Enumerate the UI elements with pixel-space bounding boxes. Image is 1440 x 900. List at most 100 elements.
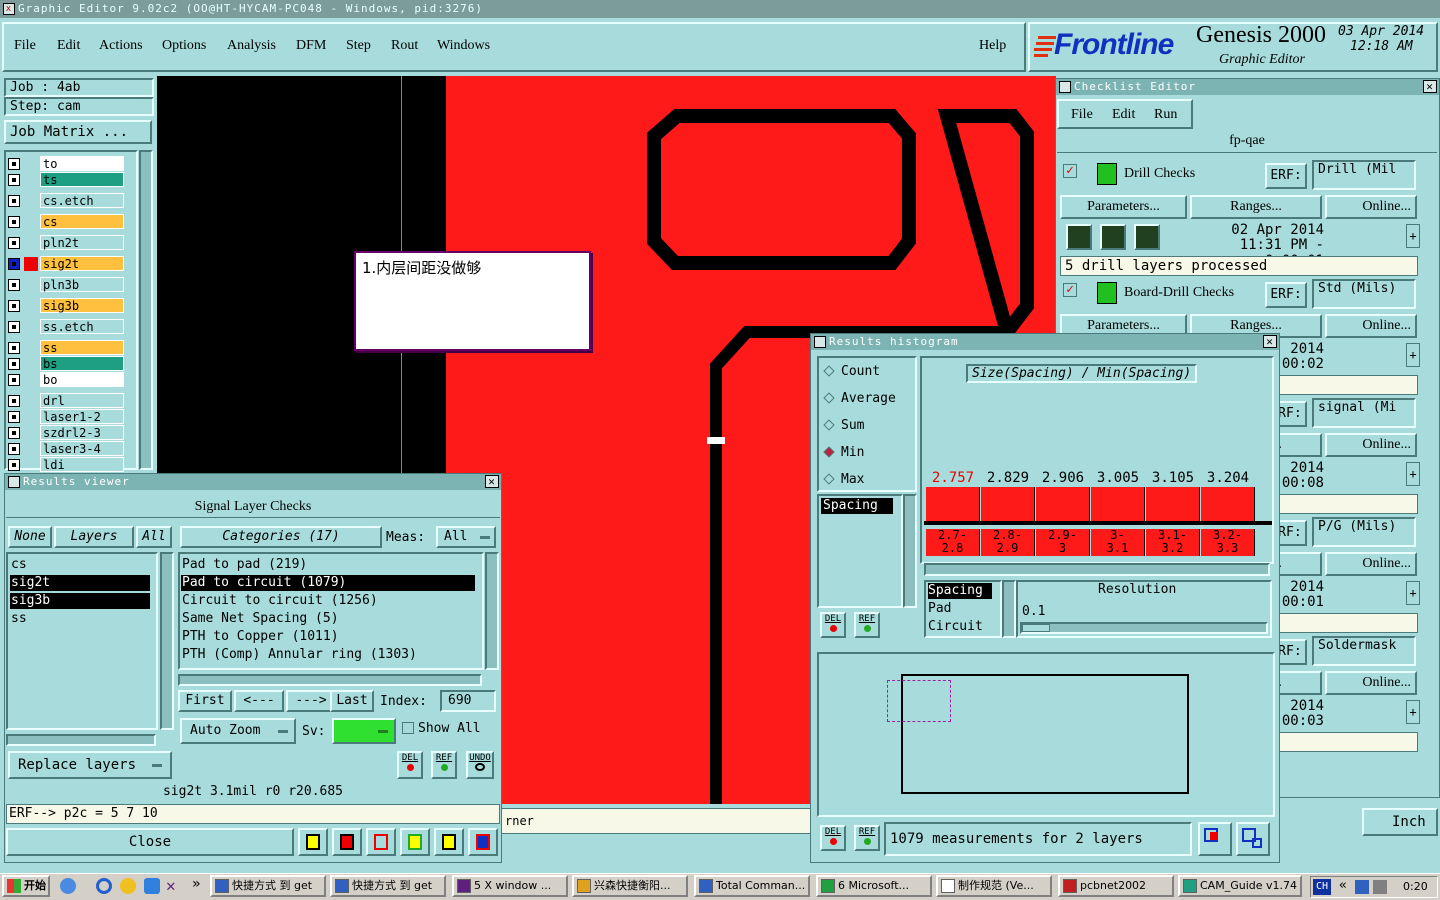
- undo-button[interactable]: UNDO: [466, 751, 494, 779]
- layer-checkbox[interactable]: [8, 443, 20, 455]
- del-button[interactable]: DEL: [397, 751, 423, 779]
- check-expand-icon[interactable]: +: [1406, 700, 1420, 724]
- close-button[interactable]: Close: [6, 828, 294, 856]
- category-item[interactable]: PTH to Copper (1011): [181, 629, 475, 645]
- layer-name[interactable]: cs.etch: [40, 193, 124, 208]
- layer-name[interactable]: laser3-4: [40, 441, 124, 456]
- layer-row[interactable]: szdrl2-3: [6, 425, 124, 441]
- x-icon[interactable]: ✕: [166, 876, 176, 895]
- layer-row[interactable]: bo: [6, 372, 124, 388]
- layer-row[interactable]: ldi: [6, 457, 124, 473]
- layer-checkbox[interactable]: [8, 358, 20, 370]
- hist-ref-button[interactable]: REF: [854, 612, 880, 638]
- layer-checkbox[interactable]: [8, 427, 20, 439]
- layer-name[interactable]: szdrl2-3: [40, 425, 124, 440]
- close-icon[interactable]: ✕: [1263, 335, 1277, 348]
- check-expand-icon[interactable]: +: [1406, 462, 1420, 486]
- online-button[interactable]: Online...: [1325, 433, 1417, 457]
- menu-analysis[interactable]: Analysis: [227, 38, 276, 54]
- layer-row[interactable]: drl: [6, 393, 124, 409]
- layer-checkbox[interactable]: [8, 195, 20, 207]
- clock-app-icon[interactable]: [120, 878, 136, 894]
- job-matrix-button[interactable]: Job Matrix ...: [4, 120, 152, 144]
- option-label-sum[interactable]: Sum: [841, 418, 864, 433]
- index-input[interactable]: 690: [440, 690, 496, 712]
- browser-icon[interactable]: [60, 878, 76, 894]
- histogram-bar[interactable]: [1091, 487, 1145, 521]
- layer-list-item[interactable]: sig2t: [10, 575, 150, 591]
- category-item[interactable]: Circuit to circuit (1256): [181, 593, 475, 609]
- auto-zoom-select[interactable]: Auto Zoom: [180, 718, 296, 744]
- layer-name[interactable]: drl: [40, 393, 124, 408]
- menu-file[interactable]: File: [14, 38, 36, 54]
- taskbar-item[interactable]: 6 Microsoft...: [816, 875, 932, 897]
- none-button[interactable]: None: [8, 526, 52, 548]
- sv-color-select[interactable]: [332, 718, 396, 744]
- language-indicator[interactable]: CH: [1313, 879, 1331, 895]
- results-tool-button[interactable]: [332, 828, 362, 856]
- preview-del-button[interactable]: DEL: [820, 825, 846, 851]
- checklist-menu-run[interactable]: Run: [1154, 107, 1177, 123]
- layer-row[interactable]: laser1-2: [6, 409, 124, 425]
- annotation-box[interactable]: 1.内层间距没做够: [354, 251, 591, 351]
- close-icon[interactable]: ✕: [485, 475, 499, 488]
- layer-checkbox[interactable]: [8, 374, 20, 386]
- check-item-name[interactable]: Board-Drill Checks: [1124, 285, 1234, 301]
- histogram-field-spacing[interactable]: Spacing: [821, 498, 893, 514]
- layers-button[interactable]: Layers: [54, 526, 134, 548]
- erf-value-field[interactable]: Std (Mils): [1312, 279, 1416, 309]
- next-button[interactable]: --->: [286, 690, 336, 712]
- layer-name[interactable]: bs: [40, 356, 124, 371]
- run-tool-icon[interactable]: [1100, 224, 1126, 250]
- layer-row[interactable]: sig2t: [6, 256, 124, 272]
- histogram-tool-2[interactable]: [1236, 822, 1270, 856]
- layer-checkbox[interactable]: [8, 342, 20, 354]
- check-item-name[interactable]: Drill Checks: [1124, 166, 1195, 182]
- results-tool-button[interactable]: [400, 828, 430, 856]
- checklist-menu-edit[interactable]: Edit: [1112, 107, 1135, 123]
- check-item-enabled-checkbox[interactable]: ✓: [1063, 164, 1077, 178]
- layer-checkbox[interactable]: [8, 321, 20, 333]
- run-tool-icon[interactable]: [1134, 224, 1160, 250]
- histogram-tool-1[interactable]: [1198, 822, 1232, 856]
- parameters-button[interactable]: Parameters...: [1060, 195, 1187, 219]
- layer-row[interactable]: cs: [6, 214, 124, 230]
- show-all-checkbox[interactable]: [402, 722, 414, 734]
- layer-name[interactable]: pln3b: [40, 277, 124, 292]
- histogram-bar[interactable]: [1201, 487, 1255, 521]
- layer-name[interactable]: ss.etch: [40, 319, 124, 334]
- histogram-hscroll[interactable]: [924, 563, 1270, 576]
- online-button[interactable]: Online...: [1325, 314, 1417, 338]
- category-item[interactable]: Pad to pad (219): [181, 557, 475, 573]
- layer-list-scrollbar[interactable]: [139, 150, 153, 470]
- histogram-bar[interactable]: [1146, 487, 1200, 521]
- layer-row[interactable]: pln2t: [6, 235, 124, 251]
- online-button[interactable]: Online...: [1325, 195, 1417, 219]
- ie-icon[interactable]: [96, 878, 112, 894]
- taskbar-item[interactable]: 制作规范 (Ve...: [936, 875, 1052, 897]
- menu-rout[interactable]: Rout: [391, 38, 418, 54]
- layer-checkbox[interactable]: [8, 459, 20, 471]
- online-button[interactable]: Online...: [1325, 671, 1417, 695]
- check-item-enabled-checkbox[interactable]: ✓: [1063, 283, 1077, 297]
- check-expand-icon[interactable]: +: [1406, 224, 1420, 248]
- tray-clock[interactable]: 0:20: [1403, 880, 1428, 893]
- layer-list-item[interactable]: sig3b: [10, 593, 150, 609]
- resolution-field-item[interactable]: Pad: [928, 601, 992, 617]
- all-layers-button[interactable]: All: [136, 526, 172, 548]
- resolution-field-item[interactable]: Circuit: [928, 619, 992, 635]
- layer-name[interactable]: pln2t: [40, 235, 124, 250]
- layer-row[interactable]: to: [6, 156, 124, 172]
- menu-windows[interactable]: Windows: [437, 38, 490, 54]
- histogram-preview[interactable]: [817, 652, 1275, 817]
- layer-checkbox[interactable]: [8, 158, 20, 170]
- taskbar-item[interactable]: 兴森快捷衡阳...: [572, 875, 688, 897]
- layer-checkbox[interactable]: [8, 174, 20, 186]
- results-tool-button[interactable]: [298, 828, 328, 856]
- menu-edit[interactable]: Edit: [57, 38, 80, 54]
- option-label-count[interactable]: Count: [841, 364, 880, 379]
- layer-row[interactable]: cs.etch: [6, 193, 124, 209]
- layer-name[interactable]: cs: [40, 214, 124, 229]
- histogram-field-vscroll[interactable]: [903, 494, 917, 608]
- check-expand-icon[interactable]: +: [1406, 581, 1420, 605]
